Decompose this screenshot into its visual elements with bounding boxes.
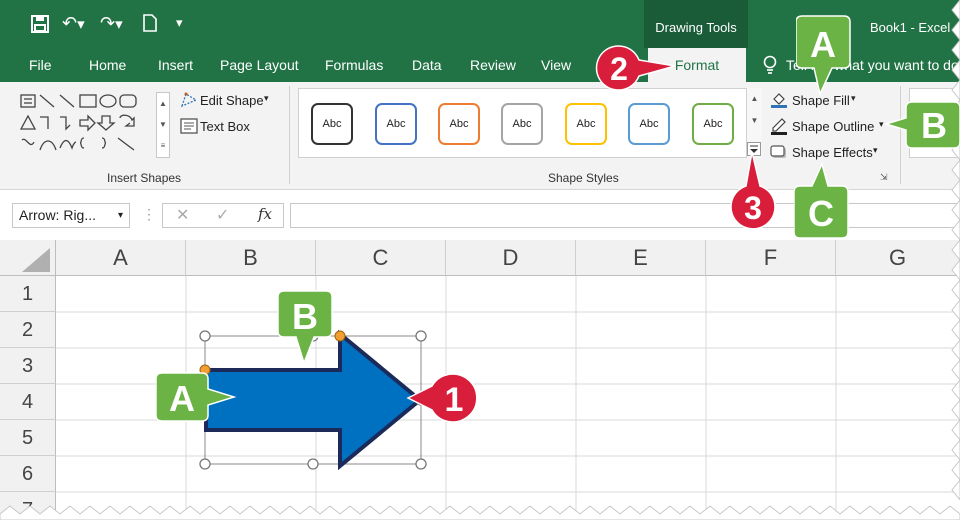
callout-b-badge: B	[278, 290, 333, 366]
customize-toolbar-icon[interactable]: ▾	[176, 13, 183, 33]
tab-insert[interactable]: Insert	[158, 57, 193, 73]
row-header[interactable]: 5	[0, 420, 56, 456]
edit-shape-icon	[180, 92, 198, 113]
text-box-icon	[180, 118, 198, 139]
chevron-down-icon: ▾	[873, 145, 878, 155]
grip-icon: ⋮	[142, 206, 156, 222]
tab-formulas[interactable]: Formulas	[325, 57, 383, 73]
ribbon-divider	[289, 86, 290, 184]
callout-2-text: 2	[610, 51, 628, 87]
callout-3-text: 3	[744, 190, 762, 226]
lightbulb-icon	[762, 55, 778, 80]
style-swatch[interactable]: Abc	[501, 103, 543, 145]
dialog-launcher-icon[interactable]: ⇲	[880, 172, 888, 183]
tab-page-layout[interactable]: Page Layout	[220, 57, 299, 73]
shape-effects-button[interactable]: Shape Effects	[792, 145, 873, 160]
new-document-icon[interactable]	[142, 13, 158, 37]
style-swatch[interactable]: Abc	[628, 103, 670, 145]
edit-shape-button[interactable]: Edit Shape	[200, 93, 264, 108]
callout-c-text: C	[808, 193, 834, 234]
shape-outline-button[interactable]: Shape Outline	[792, 119, 874, 134]
formula-bar-input[interactable]	[290, 203, 960, 228]
chevron-down-icon: ▾	[264, 93, 269, 103]
shapes-gallery[interactable]	[18, 92, 176, 156]
column-header[interactable]: B	[186, 240, 316, 276]
column-header[interactable]: D	[446, 240, 576, 276]
column-header[interactable]: A	[56, 240, 186, 276]
style-swatch[interactable]: Abc	[692, 103, 734, 145]
callout-b-text: B	[292, 296, 318, 337]
name-box-value: Arrow: Rig...	[19, 207, 97, 223]
row-header[interactable]: 1	[0, 276, 56, 312]
callout-a-top-text: A	[810, 24, 836, 65]
paint-bucket-icon	[770, 91, 788, 114]
text-box-button[interactable]: Text Box	[200, 119, 250, 134]
style-swatch[interactable]: Abc	[438, 103, 480, 145]
callout-1-text: 1	[445, 381, 464, 419]
callout-b-right-text: B	[921, 105, 947, 146]
cancel-icon[interactable]: ✕	[176, 205, 189, 225]
column-header[interactable]: E	[576, 240, 706, 276]
tab-file[interactable]: File	[29, 57, 52, 73]
column-header[interactable]: G	[836, 240, 960, 276]
callout-a-badge: A	[156, 372, 237, 422]
name-box[interactable]: Arrow: Rig... ▾	[12, 203, 130, 228]
redo-icon[interactable]: ↷▾	[100, 13, 123, 35]
style-swatch[interactable]: Abc	[375, 103, 417, 145]
chevron-down-icon: ▾	[117, 210, 123, 221]
row-header[interactable]: 4	[0, 384, 56, 420]
confirm-icon[interactable]: ✓	[216, 205, 229, 225]
pencil-outline-icon	[770, 117, 788, 140]
window-title: Book1 - Excel	[870, 20, 951, 35]
insert-function-button[interactable]: fx	[258, 205, 272, 223]
tab-home[interactable]: Home	[89, 57, 126, 73]
column-header[interactable]: F	[706, 240, 836, 276]
callout-1-badge: 1	[406, 373, 478, 423]
callout-3-badge: 3	[730, 151, 776, 230]
torn-edge	[0, 505, 960, 520]
style-swatch[interactable]: Abc	[311, 103, 353, 145]
tab-view[interactable]: View	[541, 57, 571, 73]
drawing-tools-label: Drawing Tools	[644, 0, 748, 48]
callout-a-top-badge: A	[796, 15, 851, 96]
style-swatch[interactable]: Abc	[565, 103, 607, 145]
tab-data[interactable]: Data	[412, 57, 442, 73]
insert-shapes-group-label: Insert Shapes	[107, 171, 182, 185]
shapes-gallery-scroll[interactable]: ▲ ▼ ≡	[156, 92, 170, 158]
tab-review[interactable]: Review	[470, 57, 516, 73]
row-header[interactable]: 3	[0, 348, 56, 384]
callout-2-badge: 2	[595, 45, 676, 91]
torn-edge-right	[951, 0, 960, 500]
row-header[interactable]: 2	[0, 312, 56, 348]
callout-a-text: A	[169, 378, 195, 419]
row-header[interactable]: 6	[0, 456, 56, 492]
column-header[interactable]: C	[316, 240, 446, 276]
shape-styles-group-label: Shape Styles	[548, 171, 619, 185]
select-all-corner[interactable]	[0, 240, 56, 276]
callout-b-right-badge: B	[883, 101, 960, 149]
save-icon[interactable]	[30, 14, 50, 38]
callout-c-badge: C	[794, 162, 849, 239]
undo-icon[interactable]: ↶▾	[62, 13, 85, 35]
